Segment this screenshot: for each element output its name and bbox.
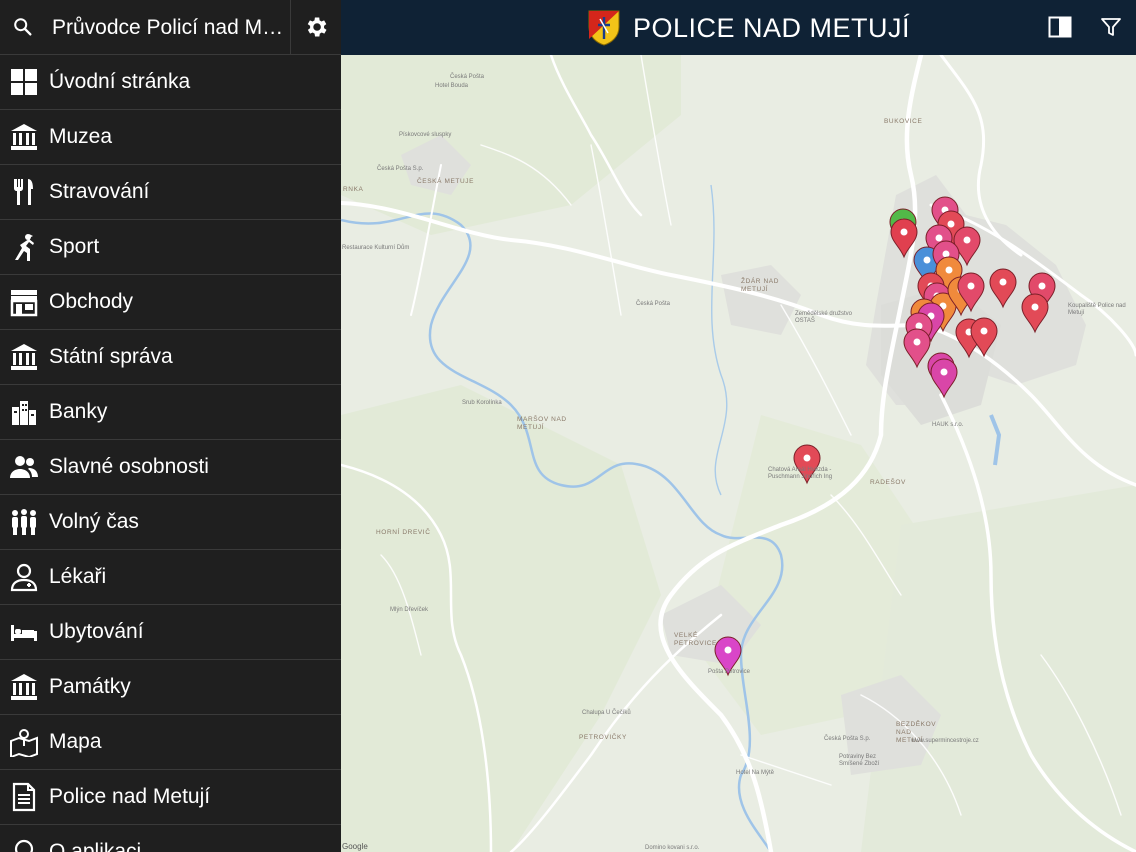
menu-item-slavne-osobnosti[interactable]: Slavné osobnosti <box>0 440 341 495</box>
coat-of-arms-icon <box>588 10 620 46</box>
map-label: MARŠOV NAD METUJÍ <box>517 416 567 431</box>
google-logo: Google <box>342 842 368 851</box>
sidebar: Průvodce Policí nad Me... Úvodní stránka… <box>0 0 341 852</box>
map-label: Chatová Areál Hvězda - Puschmann Jindřic… <box>768 467 833 480</box>
government-icon <box>11 344 37 370</box>
top-bar: POLICE NAD METUJÍ <box>341 0 1136 55</box>
map-label: PETROVIČKY <box>579 734 627 741</box>
menu-label: Muzea <box>49 125 113 148</box>
map-label: Česká Pošta <box>636 301 671 307</box>
map-label: Restaurace Kulturní Dům <box>342 245 410 251</box>
map-label: Koupaliště Police nad Metují <box>1068 303 1126 316</box>
menu-label: Úvodní stránka <box>49 70 191 93</box>
map-label: VELKÉ PETROVICE <box>674 632 717 647</box>
app-title: Průvodce Policí nad Me... <box>46 0 291 54</box>
menu-item-volny-cas[interactable]: Volný čas <box>0 495 341 550</box>
museum-icon <box>11 124 37 150</box>
book-icon <box>1048 16 1072 38</box>
brand-title: POLICE NAD METUJÍ <box>633 12 911 43</box>
grid-icon <box>11 69 37 95</box>
fork-knife-icon <box>14 179 33 205</box>
search-button[interactable] <box>0 0 46 54</box>
menu-item-police-nad-metuji[interactable]: Police nad Metují <box>0 770 341 825</box>
map-label: Pošta Petrovice <box>708 669 751 675</box>
map-label: HAUK s.r.o. <box>932 422 964 428</box>
map-label: Zemědělské družstvo OSTAŠ <box>795 311 853 324</box>
shop-icon <box>10 290 38 317</box>
sport-icon <box>15 234 34 261</box>
map-label: Hotel Na Mýtě <box>736 770 775 776</box>
menu-item-sport[interactable]: Sport <box>0 220 341 275</box>
menu-item-mapa[interactable]: Mapa <box>0 715 341 770</box>
menu-label: Banky <box>49 400 108 423</box>
map-canvas <box>341 55 1136 852</box>
menu-label: Volný čas <box>49 510 139 533</box>
bank-icon <box>12 401 36 425</box>
brand: POLICE NAD METUJÍ <box>587 9 910 47</box>
map-label: ČESKÁ METUJE <box>417 178 475 185</box>
menu-item-muzea[interactable]: Muzea <box>0 110 341 165</box>
menu-item-banky[interactable]: Banky <box>0 385 341 440</box>
monument-icon <box>11 674 37 700</box>
map-label: RADEŠOV <box>870 479 906 486</box>
menu-item-lekari[interactable]: Lékaři <box>0 550 341 605</box>
map-label: www.supermincestroje.cz <box>911 738 979 744</box>
menu-label: Slavné osobnosti <box>49 455 209 478</box>
menu-label: Ubytování <box>49 620 144 643</box>
doctor-icon <box>10 563 38 592</box>
menu-label: Státní správa <box>49 345 173 368</box>
group-icon <box>12 509 36 535</box>
menu-label: Sport <box>49 235 100 258</box>
map-label: Domino kovani s.r.o. <box>645 845 700 851</box>
menu-label: Police nad Metují <box>49 785 211 808</box>
menu-item-uvodni-stranka[interactable]: Úvodní stránka <box>0 55 341 110</box>
menu-item-obchody[interactable]: Obchody <box>0 275 341 330</box>
map-label: Potraviny Bez Smíšené Zboží <box>839 754 880 767</box>
bed-icon <box>11 625 37 641</box>
menu-label: O aplikaci <box>49 840 142 852</box>
map-label: Pískovcové sluspky <box>399 132 452 138</box>
map-label: Česká Pošta S.p. <box>377 166 424 172</box>
sidebar-header: Průvodce Policí nad Me... <box>0 0 341 55</box>
map-label: Hotel Bouda <box>435 83 469 89</box>
filter-icon <box>1101 18 1121 36</box>
map-label: Česká Pošta <box>450 74 485 80</box>
menu-label: Stravování <box>49 180 150 203</box>
document-icon <box>12 782 36 812</box>
search-icon <box>14 18 32 36</box>
map-icon <box>10 729 38 757</box>
map-label: Srub Korolínka <box>462 400 502 406</box>
map-label: RNKA <box>343 186 364 193</box>
menu-label: Lékaři <box>49 565 107 588</box>
menu-label: Obchody <box>49 290 134 313</box>
filter-button[interactable] <box>1096 12 1126 42</box>
menu-item-o-aplikaci[interactable]: O aplikaci <box>0 825 341 852</box>
map-label: BUKOVICE <box>884 118 923 125</box>
settings-button[interactable] <box>291 0 341 54</box>
bulb-icon <box>14 839 34 852</box>
menu-item-stravovani[interactable]: Stravování <box>0 165 341 220</box>
panel-toggle-button[interactable] <box>1045 12 1075 42</box>
menu-label: Památky <box>49 675 131 698</box>
map-view[interactable]: Česká Pošta Hotel Bouda Pískovcové slusp… <box>341 55 1136 852</box>
map-label: Mlýn Dřevíček <box>390 607 429 613</box>
map-label: Chalupa U Čečíků <box>582 710 631 716</box>
menu-label: Mapa <box>49 730 102 753</box>
map-label: HORNÍ DREVIČ <box>376 529 431 536</box>
menu-item-ubytovani[interactable]: Ubytování <box>0 605 341 660</box>
gear-icon <box>307 17 327 37</box>
map-label: ŽDÁR NAD METUJÍ <box>741 278 780 293</box>
people-icon <box>10 456 38 478</box>
menu-item-statni-sprava[interactable]: Státní správa <box>0 330 341 385</box>
map-label: Česká Pošta S.p. <box>824 736 871 742</box>
menu-item-pamatky[interactable]: Památky <box>0 660 341 715</box>
